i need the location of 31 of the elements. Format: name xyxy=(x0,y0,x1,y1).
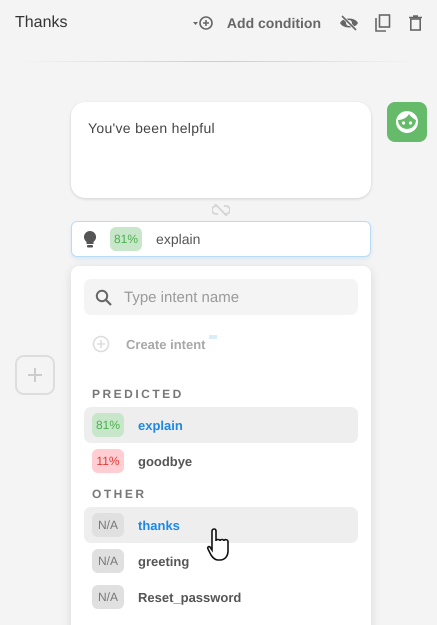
intent-name: explain xyxy=(138,418,183,432)
node-title: Thanks xyxy=(15,14,68,32)
hidden-eye-icon[interactable] xyxy=(339,14,359,30)
search-input[interactable]: Type intent name xyxy=(124,279,347,315)
intent-name: Reset_password xyxy=(138,590,242,604)
lightbulb-icon xyxy=(84,230,96,248)
search-icon xyxy=(95,288,112,306)
intent-name: thanks xyxy=(138,518,180,532)
confidence-badge: N/A xyxy=(92,549,124,573)
intent-name: goodbye xyxy=(138,454,192,468)
hand-cursor-icon xyxy=(206,527,232,563)
confidence-badge: 81% xyxy=(110,227,142,251)
confidence-badge: N/A xyxy=(92,585,124,609)
intent-name: greeting xyxy=(138,554,190,568)
bot-avatar xyxy=(387,102,427,142)
delete-icon[interactable] xyxy=(409,14,422,30)
intent-search-field[interactable]: Type intent name xyxy=(84,279,358,315)
confidence-badge: 11% xyxy=(92,449,124,473)
section-heading: PREDICTED xyxy=(91,387,185,401)
plus-icon xyxy=(27,367,43,383)
confidence-badge: N/A xyxy=(92,513,124,537)
confidence-badge: 81% xyxy=(92,413,124,437)
intent-name: explain xyxy=(156,231,200,247)
message-text: You've been helpful xyxy=(88,120,215,136)
intent-selector[interactable]: 81% explain xyxy=(71,221,371,257)
shortcut-icon xyxy=(209,335,218,339)
section-heading: OTHER xyxy=(91,487,148,501)
add-branch-icon[interactable] xyxy=(192,14,215,30)
copy-icon[interactable] xyxy=(375,14,391,32)
plus-circle-icon xyxy=(92,335,110,353)
add-condition-button[interactable]: Add condition xyxy=(226,14,321,30)
